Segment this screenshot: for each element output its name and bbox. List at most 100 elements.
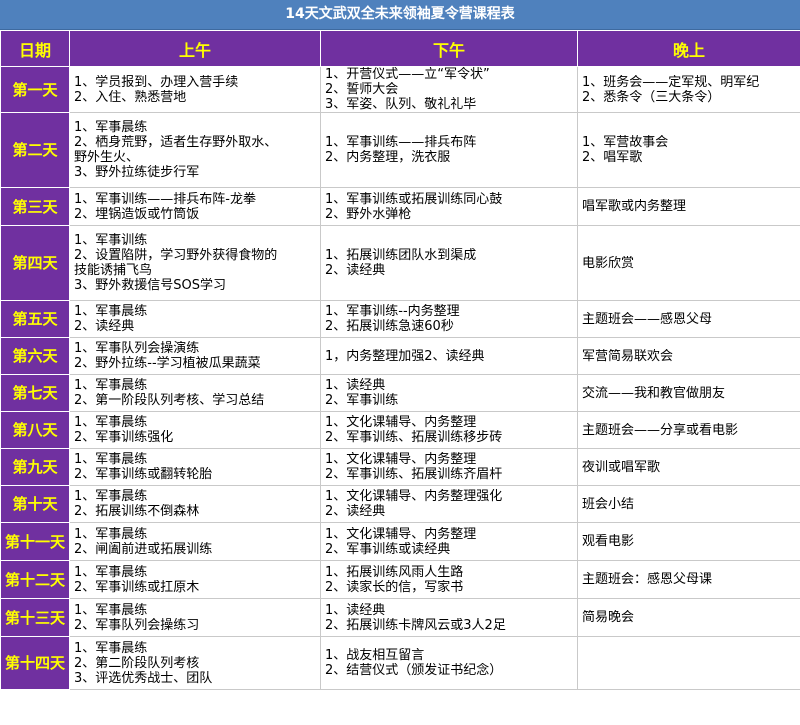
- cell-line: 2、读经典: [74, 319, 135, 334]
- cell-line: 2、军事训练或扛原木: [74, 579, 200, 595]
- afternoon-cell: 1、军事训练或拓展训练同心鼓 2、野外水弹枪: [320, 187, 578, 226]
- day-cell: 第八天: [0, 411, 70, 449]
- cell-line: 交流——我和教官做朋友: [582, 385, 726, 401]
- afternoon-cell: 1、开营仪式——立“军令状” 2、誓师大会 3、军姿、队列、敬礼礼毕: [320, 66, 578, 113]
- cell-line: 1、军事队列会操演练: [74, 341, 200, 356]
- cell-line: 2、拓展训练急速60秒: [325, 319, 454, 334]
- cell-line: 主题班会：感恩父母课: [582, 572, 713, 587]
- cell-line: 1，内务整理加强2、读经典: [325, 348, 485, 364]
- afternoon-cell: 1、拓展训练团队水到渠成 2、读经典: [320, 225, 578, 301]
- evening-cell: 夜训或唱军歌: [577, 448, 800, 486]
- evening-cell: 主题班会：感恩父母课: [577, 560, 800, 599]
- cell-line: 2、野外拉练--学习植被瓜果蔬菜: [74, 356, 261, 371]
- cell-line: 2、入住、熟悉营地: [74, 89, 187, 105]
- evening-cell: 主题班会——感恩父母: [577, 300, 800, 338]
- cell-line: 2、读经典: [325, 504, 386, 519]
- cell-line: 1、军事训练——排兵布阵-龙拳: [74, 191, 256, 207]
- cell-line: 2、内务整理，洗衣服: [325, 150, 451, 165]
- cell-line: 简易晚会: [582, 610, 635, 625]
- cell-line: 1、开营仪式——立“军令状”: [325, 67, 490, 83]
- cell-line: 2、结营仪式（颁发证书纪念）: [325, 663, 503, 678]
- day-cell: 第七天: [0, 374, 70, 412]
- cell-line: 2、唱军歌: [582, 150, 643, 165]
- cell-line: 2、拓展训练卡牌风云或3人2足: [325, 617, 506, 633]
- morning-cell: 1、军事晨练 2、第一阶段队列考核、学习总结: [69, 374, 321, 412]
- day-cell: 第十一天: [0, 522, 70, 561]
- cell-line: 2、誓师大会: [325, 82, 399, 97]
- morning-cell: 1、军事晨练 2、军事训练或扛原木: [69, 560, 321, 599]
- cell-line: 1、战友相互留言: [325, 648, 425, 663]
- cell-line: 2、军事训练: [325, 393, 399, 408]
- table-row: 第一天 1、学员报到、办理入营手续 2、入住、熟悉营地 1、开营仪式——立“军令状” 2…: [0, 66, 800, 113]
- header-afternoon: 下午: [320, 30, 578, 67]
- cell-line: 2、军事训练、拓展训练齐眉杆: [325, 467, 503, 482]
- day-cell: 第十四天: [0, 636, 70, 690]
- cell-line: 1、军事晨练: [74, 602, 148, 618]
- evening-cell: 唱军歌或内务整理: [577, 187, 800, 226]
- cell-line: 2、军事训练、拓展训练移步砖: [325, 430, 503, 445]
- evening-cell: 简易晚会: [577, 598, 800, 637]
- cell-line: 1、军事训练: [74, 233, 148, 248]
- table-row: 第七天 1、军事晨练 2、第一阶段队列考核、学习总结 1、读经典 2、军事训练 交流——我…: [0, 374, 800, 412]
- table-row: 第二天 1、军事晨练 2、栖身荒野，适者生存野外取水、 野外生火、 3、野外拉练徒步行军…: [0, 112, 800, 188]
- evening-cell: 主题班会——分享或看电影: [577, 411, 800, 449]
- cell-line: 1、文化课辅导、内务整理强化: [325, 489, 503, 504]
- cell-line: 1、军事晨练: [74, 526, 148, 542]
- cell-line: 2、军事训练或读经典: [325, 541, 451, 557]
- evening-cell: 军营简易联欢会: [577, 337, 800, 375]
- table-title: 14天文武双全未来领袖夏令营课程表: [0, 0, 800, 30]
- cell-line: 1、军事晨练: [74, 452, 148, 467]
- cell-line: 1、军事晨练: [74, 489, 148, 504]
- cell-line: 主题班会——感恩父母: [582, 311, 713, 327]
- evening-cell: 交流——我和教官做朋友: [577, 374, 800, 412]
- afternoon-cell: 1、军事训练--内务整理 2、拓展训练急速60秒: [320, 300, 578, 338]
- cell-line: 1、军事晨练: [74, 304, 148, 319]
- table-row: 第十三天 1、军事晨练 2、军事队列会操练习 1、读经典 2、拓展训练卡牌风云或3人2足…: [0, 598, 800, 637]
- afternoon-cell: 1、读经典 2、军事训练: [320, 374, 578, 412]
- evening-cell: 1、班务会——定军规、明军纪 2、悉条令（三大条令）: [577, 66, 800, 113]
- cell-line: 技能诱捕飞鸟: [74, 263, 153, 278]
- cell-line: 夜训或唱军歌: [582, 459, 661, 475]
- cell-line: 1、军事训练——排兵布阵: [325, 135, 477, 150]
- morning-cell: 1、学员报到、办理入营手续 2、入住、熟悉营地: [69, 66, 321, 113]
- cell-line: 观看电影: [582, 534, 635, 549]
- cell-line: 1、军营故事会: [582, 135, 669, 150]
- day-cell: 第六天: [0, 337, 70, 375]
- header-morning: 上午: [69, 30, 321, 67]
- cell-line: 2、埋锅造饭或竹筒饭: [74, 206, 200, 222]
- day-cell: 第二天: [0, 112, 70, 188]
- cell-line: 班会小结: [582, 496, 635, 512]
- cell-line: 3、评选优秀战士、团队: [74, 670, 213, 686]
- cell-line: 1、军事晨练: [74, 415, 148, 430]
- day-cell: 第四天: [0, 225, 70, 301]
- table-row: 第四天 1、军事训练 2、设置陷阱，学习野外获得食物的 技能诱捕飞鸟 3、野外救援信号S…: [0, 225, 800, 301]
- table-row: 第十一天 1、军事晨练 2、闸阖前进或拓展训练 1、文化课辅导、内务整理 2、军事训练或…: [0, 522, 800, 561]
- cell-line: 2、设置陷阱，学习野外获得食物的: [74, 248, 278, 263]
- cell-line: 1、拓展训练团队水到渠成: [325, 248, 477, 263]
- cell-line: 1、军事训练或拓展训练同心鼓: [325, 191, 503, 207]
- table-row: 第五天 1、军事晨练 2、读经典 1、军事训练--内务整理 2、拓展训练急速60秒 主题班…: [0, 300, 800, 338]
- afternoon-cell: 1、文化课辅导、内务整理 2、军事训练或读经典: [320, 522, 578, 561]
- evening-cell: 电影欣赏: [577, 225, 800, 301]
- cell-line: 2、闸阖前进或拓展训练: [74, 541, 213, 557]
- cell-line: 3、野外救援信号SOS学习: [74, 278, 227, 293]
- afternoon-cell: 1、文化课辅导、内务整理强化 2、读经典: [320, 485, 578, 523]
- evening-cell: 班会小结: [577, 485, 800, 523]
- cell-line: 1、文化课辅导、内务整理: [325, 452, 477, 467]
- morning-cell: 1、军事晨练 2、拓展训练不倒森林: [69, 485, 321, 523]
- cell-line: 1、军事晨练: [74, 564, 148, 580]
- cell-line: 2、军事训练强化: [74, 430, 174, 445]
- cell-line: 3、军姿、队列、敬礼礼毕: [325, 97, 477, 112]
- cell-line: 主题班会——分享或看电影: [582, 422, 739, 438]
- table-row: 第十天 1、军事晨练 2、拓展训练不倒森林 1、文化课辅导、内务整理强化 2、读经典 班…: [0, 485, 800, 523]
- morning-cell: 1、军事晨练 2、军事队列会操练习: [69, 598, 321, 637]
- cell-line: 1、学员报到、办理入营手续: [74, 74, 239, 90]
- afternoon-cell: 1、拓展训练风雨人生路 2、读家长的信，写家书: [320, 560, 578, 599]
- cell-line: 1、军事晨练: [74, 378, 148, 393]
- schedule-table: 日期 上午 下午 晚上 第一天 1、学员报到、办理入营手续 2、入住、熟悉营地 1、开…: [0, 30, 800, 690]
- morning-cell: 1、军事晨练 2、军事训练强化: [69, 411, 321, 449]
- evening-cell: 观看电影: [577, 522, 800, 561]
- day-cell: 第一天: [0, 66, 70, 113]
- morning-cell: 1、军事晨练 2、读经典: [69, 300, 321, 338]
- cell-line: 野外生火、: [74, 150, 140, 165]
